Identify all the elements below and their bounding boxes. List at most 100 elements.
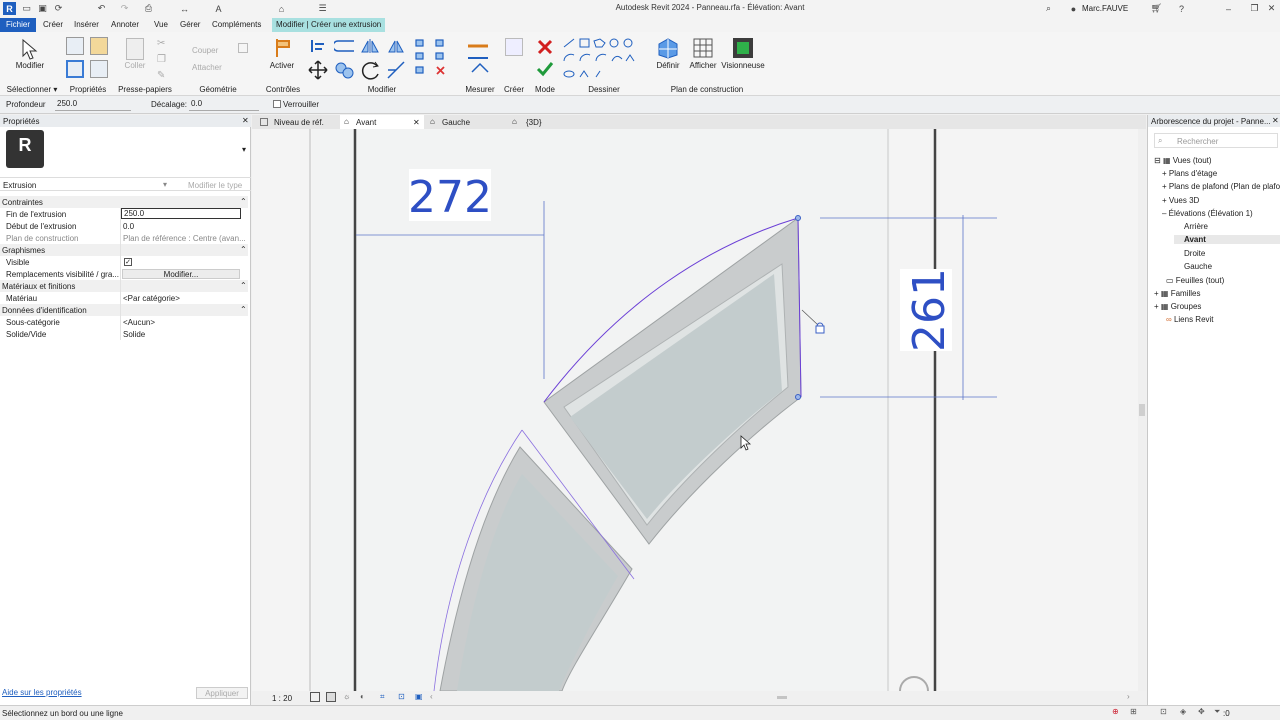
property-row[interactable]: Fin de l'extrusion 250.0 [0, 208, 248, 220]
modify-cursor-icon[interactable] [20, 38, 40, 60]
tree-node-left[interactable]: Gauche [1184, 262, 1212, 271]
browser-search-field[interactable]: ⌕ Rechercher [1154, 133, 1278, 148]
measure-tool-icon[interactable] [466, 38, 496, 82]
cut-icon[interactable]: ✂ [157, 38, 165, 49]
tab-close-icon[interactable]: ✕ [413, 118, 420, 127]
collapse-icon[interactable]: ⌃ [240, 281, 247, 290]
select-underlay-icon[interactable]: ⊞ [1130, 707, 1137, 716]
visible-checkbox[interactable]: ✓ [124, 258, 132, 266]
properties-help-link[interactable]: Aide sur les propriétés [2, 688, 82, 697]
viewer-label[interactable]: Visionneuse [718, 61, 768, 70]
tab-3d[interactable]: ⌂ {3D} [508, 115, 568, 129]
show-label[interactable]: Afficher [684, 61, 722, 70]
tab-create[interactable]: Créer [43, 20, 63, 29]
activate-icon[interactable] [273, 37, 293, 59]
tree-node-floor-plans[interactable]: + Plans d'étage [1162, 169, 1217, 178]
shadows-icon[interactable]: ◐ [360, 692, 365, 701]
define-workplane-icon[interactable] [656, 36, 680, 60]
tab-ref-level[interactable]: Niveau de réf. [256, 115, 338, 129]
measure-icon[interactable]: ↔ [178, 2, 191, 15]
select-by-face-icon[interactable]: ◈ [1180, 707, 1186, 716]
property-row[interactable]: Solide/Vide Solide [0, 328, 248, 340]
match-icon[interactable]: ✎ [157, 70, 165, 81]
maximize-icon[interactable]: ❐ [1248, 2, 1261, 15]
cancel-edit-icon[interactable] [536, 38, 554, 56]
split-icon[interactable] [414, 38, 454, 80]
filter-icon[interactable]: ⏷ [1214, 707, 1220, 717]
mirror-axis-icon[interactable] [360, 38, 380, 54]
cart-icon[interactable]: 🛒︎ [1150, 2, 1163, 15]
group-materials[interactable]: Matériaux et finitions ⌃ [0, 280, 248, 292]
extrusion-end-field[interactable]: 250.0 [121, 208, 241, 219]
collapse-icon[interactable]: ⌃ [240, 305, 247, 314]
tab-left[interactable]: ⌂ Gauche [426, 115, 506, 129]
user-name[interactable]: Marc.FAUVE [1082, 4, 1128, 13]
revit-logo-icon[interactable]: R [3, 2, 16, 15]
print-icon[interactable]: ⎙ [142, 2, 155, 15]
property-row[interactable]: Matériau <Par catégorie> [0, 292, 248, 304]
type-filter-row[interactable]: Extrusion ▾ Modifier le type [0, 177, 251, 191]
tree-node-views[interactable]: ⊟ ▦ Vues (tout) [1154, 156, 1212, 165]
help-icon[interactable]: ? [1175, 2, 1188, 15]
collapse-icon[interactable]: ⌃ [240, 197, 247, 206]
help-search-icon[interactable]: ⌕ [1042, 2, 1055, 15]
scroll-left-icon[interactable]: ‹ [430, 692, 433, 701]
create-group-icon[interactable] [505, 38, 523, 56]
group-graphics[interactable]: Graphismes ⌃ [0, 244, 248, 256]
depth-field[interactable]: 250.0 [55, 98, 131, 111]
tree-node-right[interactable]: Droite [1184, 249, 1205, 258]
tab-manage[interactable]: Gérer [180, 20, 200, 29]
tab-front[interactable]: ⌂ Avant ✕ [340, 115, 424, 129]
offset-icon[interactable] [334, 38, 358, 54]
apply-button[interactable]: Appliquer [196, 687, 248, 699]
save-icon[interactable]: ▣ [36, 2, 49, 15]
mirror-draw-icon[interactable] [386, 38, 406, 54]
type-dropdown-icon[interactable]: ▾ [163, 180, 167, 189]
browser-close-icon[interactable]: ✕ [1272, 116, 1279, 125]
copy-icon[interactable]: ❐ [157, 54, 166, 65]
join-geometry-label[interactable]: Attacher [192, 63, 222, 72]
tab-view[interactable]: Vue [154, 20, 168, 29]
overrides-button[interactable]: Modifier... [122, 269, 240, 279]
undo-icon[interactable]: ↶ [95, 2, 108, 15]
property-row[interactable]: Sous-catégorie <Aucun> [0, 316, 248, 328]
collapse-icon[interactable]: ⌃ [240, 245, 247, 254]
tree-node-sheets[interactable]: ▭ Feuilles (tout) [1166, 276, 1224, 285]
define-label[interactable]: Définir [648, 61, 688, 70]
draw-tools-icons[interactable] [562, 37, 644, 81]
visual-style-icon[interactable] [326, 692, 336, 702]
paste-icon[interactable] [126, 38, 144, 60]
type-properties-icon[interactable] [90, 37, 108, 55]
tree-node-groups[interactable]: + ▦ Groupes [1154, 302, 1201, 311]
offset-field[interactable]: 0.0 [189, 98, 259, 111]
properties-active-icon[interactable] [66, 60, 84, 78]
property-row[interactable]: Visible ✓ [0, 256, 248, 268]
drag-elements-icon[interactable]: ✥ [1198, 707, 1205, 716]
detail-level-icon[interactable] [310, 692, 320, 702]
sun-path-icon[interactable]: ☼ [343, 692, 350, 701]
group-constraints[interactable]: Contraintes ⌃ [0, 196, 248, 208]
geometry-icon[interactable] [238, 43, 248, 53]
finish-edit-icon[interactable] [536, 60, 554, 78]
tree-node-revit-links[interactable]: ∞ Liens Revit [1166, 315, 1214, 324]
dim-value-vertical[interactable]: 261 [904, 268, 955, 352]
tab-insert[interactable]: Insérer [74, 20, 99, 29]
type-selector-chevron-icon[interactable]: ▾ [242, 145, 246, 154]
tab-addins[interactable]: Compléments [212, 20, 261, 29]
crop-region-icon[interactable]: ⊡ [398, 692, 405, 701]
close-icon[interactable]: ✕ [1265, 2, 1278, 15]
crop-icon[interactable]: ⌗ [380, 692, 385, 702]
sync-icon[interactable]: ⟳ [52, 2, 65, 15]
select-pinned-icon[interactable]: ⊡ [1160, 707, 1167, 716]
text-icon[interactable]: A [212, 2, 225, 15]
tree-node-front-selected[interactable]: Avant [1174, 235, 1280, 244]
viewer-icon[interactable] [731, 36, 755, 60]
type-selector-icon[interactable] [90, 60, 108, 78]
rotate-icon[interactable] [360, 60, 382, 82]
move-icon[interactable] [308, 60, 328, 80]
trim-icons[interactable] [386, 60, 406, 80]
select-links-icon[interactable]: ⊕ [1112, 707, 1119, 716]
cut-geometry-label[interactable]: Couper [192, 46, 218, 55]
group-identity[interactable]: Données d'identification ⌃ [0, 304, 248, 316]
tree-node-elevations[interactable]: – Élévations (Élévation 1) [1162, 209, 1253, 218]
